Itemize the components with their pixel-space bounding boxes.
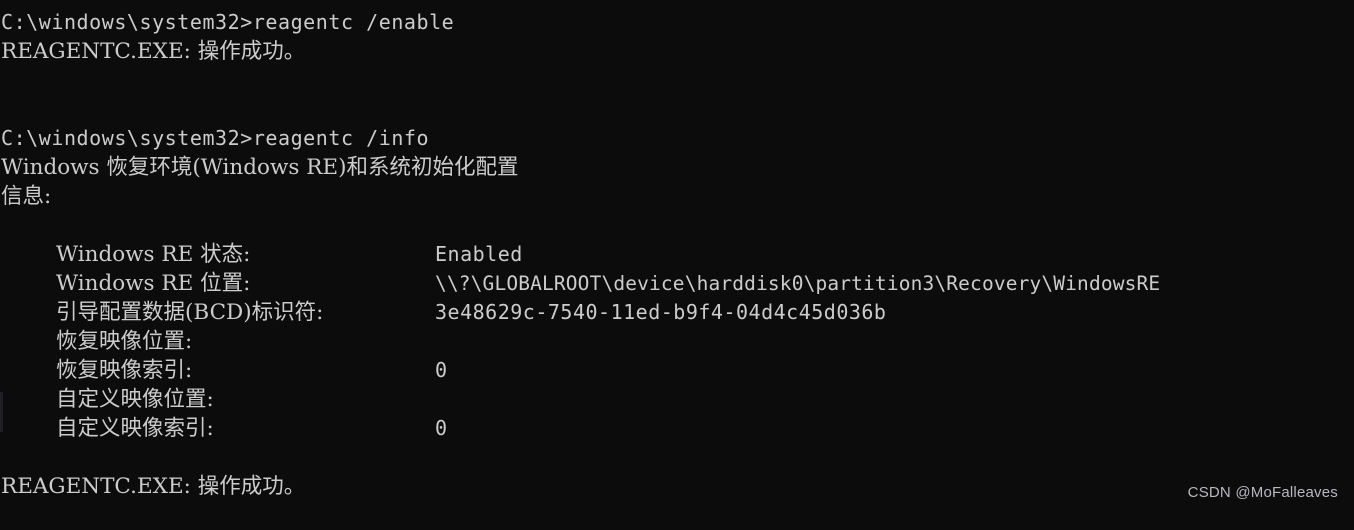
detail-row-custom-image-location: 自定义映像位置: xyxy=(1,385,1354,414)
detail-label: 自定义映像位置: xyxy=(56,387,214,412)
console-line-command-enable: C:\windows\system32>reagentc /enable xyxy=(1,10,455,34)
detail-label: Windows RE 状态: xyxy=(56,242,251,267)
detail-label: 引导配置数据(BCD)标识符: xyxy=(56,300,324,325)
console-line-result-enable: REAGENTC.EXE: 操作成功。 xyxy=(1,39,306,64)
detail-value: 0 xyxy=(435,416,448,440)
console-line-command-info: C:\windows\system32>reagentc /info xyxy=(1,126,430,150)
console-output: C:\windows\system32>reagentc /enable REA… xyxy=(1,8,1354,501)
detail-row-bcd-identifier: 引导配置数据(BCD)标识符: 3e48629c-7540-11ed-b9f4-… xyxy=(1,298,1354,327)
detail-row-recovery-image-index: 恢复映像索引: 0 xyxy=(1,356,1354,385)
detail-value: \\?\GLOBALROOT\device\harddisk0\partitio… xyxy=(435,272,1161,295)
detail-row-recovery-image-location: 恢复映像位置: xyxy=(1,327,1354,356)
detail-row-windows-re-status: Windows RE 状态: Enabled xyxy=(1,240,1354,269)
detail-value: Enabled xyxy=(435,242,523,266)
detail-value: 0 xyxy=(435,358,448,382)
detail-label: 恢复映像索引: xyxy=(56,358,193,383)
detail-label: Windows RE 位置: xyxy=(56,271,251,296)
csdn-watermark: CSDN @MoFalleaves xyxy=(1187,484,1338,501)
console-line-header-info: 信息: xyxy=(1,184,52,209)
detail-value: 3e48629c-7540-11ed-b9f4-04d4c45d036b xyxy=(435,300,887,324)
detail-row-custom-image-index: 自定义映像索引: 0 xyxy=(1,414,1354,443)
detail-label: 自定义映像索引: xyxy=(56,416,214,441)
detail-row-windows-re-location: Windows RE 位置: \\?\GLOBALROOT\device\har… xyxy=(1,269,1354,298)
console-line-result-info: REAGENTC.EXE: 操作成功。 xyxy=(1,474,306,499)
console-line-header-recovery-env: Windows 恢复环境(Windows RE)和系统初始化配置 xyxy=(1,155,519,180)
console-window[interactable]: C:\windows\system32>reagentc /enable REA… xyxy=(0,0,1354,509)
detail-label: 恢复映像位置: xyxy=(56,329,193,354)
